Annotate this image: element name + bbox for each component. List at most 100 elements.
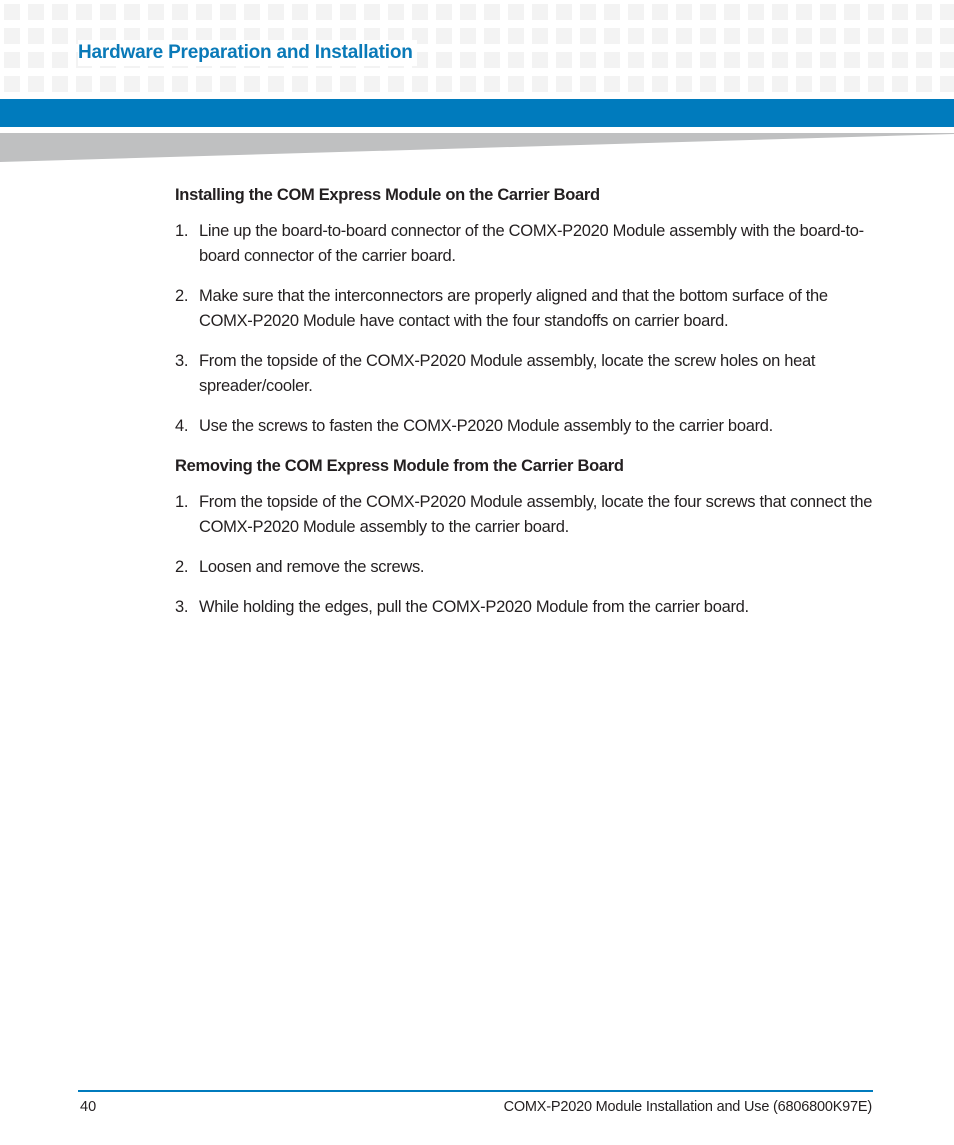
grid-square xyxy=(172,76,188,92)
list-item: 3. While holding the edges, pull the COMX… xyxy=(175,595,875,620)
grid-square xyxy=(436,28,452,44)
grid-square xyxy=(628,4,644,20)
list-item: 1. From the topside of the COMX-P2020 Mod… xyxy=(175,490,875,540)
grid-square xyxy=(340,4,356,20)
grid-square xyxy=(916,28,932,44)
grid-square xyxy=(148,4,164,20)
grid-square xyxy=(628,76,644,92)
step-text: Make sure that the interconnectors are p… xyxy=(199,287,828,330)
grid-square xyxy=(916,76,932,92)
grid-square xyxy=(436,76,452,92)
grid-square xyxy=(364,4,380,20)
grid-square xyxy=(772,76,788,92)
grid-square xyxy=(844,52,860,68)
grid-square xyxy=(484,76,500,92)
grid-square xyxy=(436,52,452,68)
grid-square xyxy=(724,28,740,44)
installing-steps-list: 1. Line up the board-to-board connector o… xyxy=(175,219,875,439)
grid-square xyxy=(28,52,44,68)
list-item: 4. Use the screws to fasten the COMX-P202… xyxy=(175,414,875,439)
grid-square xyxy=(148,76,164,92)
grid-square xyxy=(628,28,644,44)
header-grey-wedge xyxy=(0,133,954,162)
grid-square xyxy=(652,4,668,20)
section-heading-installing: Installing the COM Express Module on the… xyxy=(175,186,600,204)
grid-square xyxy=(412,4,428,20)
footer-rule xyxy=(78,1090,873,1092)
grid-square xyxy=(172,4,188,20)
grid-square xyxy=(220,76,236,92)
removing-steps-list: 1. From the topside of the COMX-P2020 Mod… xyxy=(175,490,875,620)
grid-square xyxy=(244,4,260,20)
grid-square xyxy=(412,76,428,92)
grid-square xyxy=(28,28,44,44)
grid-square xyxy=(220,4,236,20)
grid-square xyxy=(4,76,20,92)
grid-square xyxy=(892,28,908,44)
grid-square xyxy=(316,4,332,20)
grid-square xyxy=(388,76,404,92)
grid-square xyxy=(868,76,884,92)
grid-square xyxy=(556,52,572,68)
grid-square xyxy=(724,52,740,68)
grid-square xyxy=(484,28,500,44)
section-heading-removing: Removing the COM Express Module from the… xyxy=(175,457,624,475)
grid-square xyxy=(796,52,812,68)
list-item: 1. Line up the board-to-board connector o… xyxy=(175,219,875,269)
grid-square xyxy=(676,52,692,68)
grid-square xyxy=(844,4,860,20)
grid-square xyxy=(484,52,500,68)
grid-square xyxy=(844,28,860,44)
grid-square xyxy=(556,28,572,44)
grid-square xyxy=(52,4,68,20)
grid-square xyxy=(268,4,284,20)
grid-square xyxy=(652,52,668,68)
step-number: 2. xyxy=(175,287,189,305)
grid-square xyxy=(868,4,884,20)
grid-square xyxy=(916,52,932,68)
grid-square xyxy=(340,76,356,92)
grid-square xyxy=(316,76,332,92)
grid-square xyxy=(580,52,596,68)
grid-square xyxy=(628,52,644,68)
step-text: While holding the edges, pull the COMX-P… xyxy=(199,598,749,616)
step-text: From the topside of the COMX-P2020 Modul… xyxy=(199,352,816,395)
grid-square xyxy=(868,28,884,44)
grid-square xyxy=(244,76,260,92)
grid-square xyxy=(748,52,764,68)
grid-square xyxy=(556,76,572,92)
grid-square xyxy=(76,76,92,92)
grid-square xyxy=(820,28,836,44)
grid-square xyxy=(4,52,20,68)
grid-square xyxy=(52,52,68,68)
grid-square xyxy=(748,28,764,44)
grid-square xyxy=(460,76,476,92)
page-content: Installing the COM Express Module on the… xyxy=(175,183,875,635)
grid-square xyxy=(460,28,476,44)
grid-square xyxy=(604,76,620,92)
step-text: Use the screws to fasten the COMX-P2020 … xyxy=(199,417,773,435)
document-title: COMX-P2020 Module Installation and Use (… xyxy=(503,1099,873,1115)
grid-square xyxy=(508,4,524,20)
grid-square xyxy=(52,28,68,44)
grid-square xyxy=(748,76,764,92)
grid-square xyxy=(700,28,716,44)
grid-square xyxy=(892,52,908,68)
grid-square xyxy=(4,28,20,44)
grid-square xyxy=(196,76,212,92)
step-text: Line up the board-to-board connector of … xyxy=(199,222,864,265)
grid-square xyxy=(100,76,116,92)
grid-square xyxy=(892,76,908,92)
grid-square xyxy=(28,76,44,92)
grid-square xyxy=(124,76,140,92)
grid-square xyxy=(724,76,740,92)
chapter-title: Hardware Preparation and Installation xyxy=(78,40,417,66)
grid-square xyxy=(28,4,44,20)
step-number: 2. xyxy=(175,558,189,576)
grid-square xyxy=(4,4,20,20)
grid-square xyxy=(196,4,212,20)
grid-square xyxy=(940,4,954,20)
header-blue-band xyxy=(0,99,954,127)
list-item: 2. Loosen and remove the screws. xyxy=(175,555,875,580)
grid-square xyxy=(604,52,620,68)
